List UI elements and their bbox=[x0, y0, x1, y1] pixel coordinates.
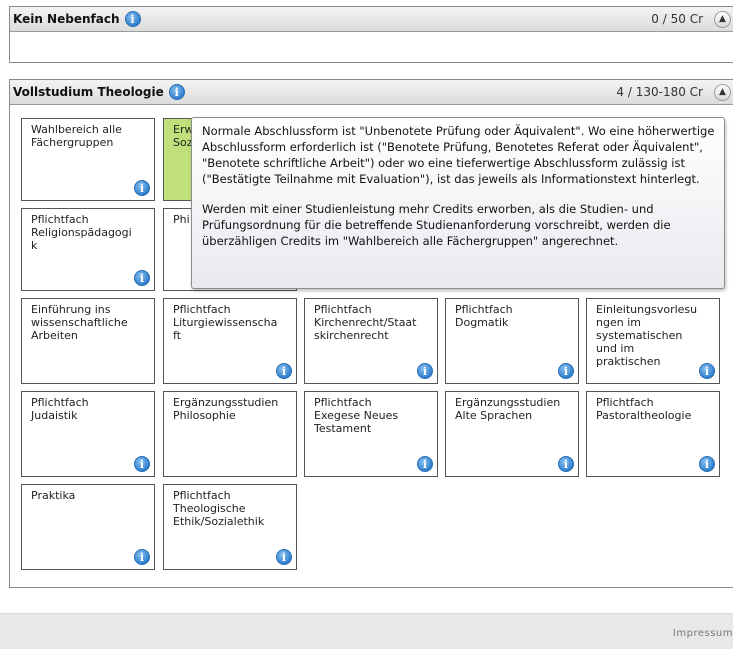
module-tile[interactable]: Pflichtfach Pastoraltheologie i bbox=[586, 391, 720, 477]
info-tooltip: Normale Abschlussform ist "Unbenotete Pr… bbox=[191, 117, 725, 289]
module-label: Pflichtfach Exegese Neues Testament bbox=[314, 396, 399, 435]
module-tile[interactable]: Einführung ins wissenschaftliche Arbeite… bbox=[21, 298, 155, 384]
footer: Impressum bbox=[0, 613, 733, 649]
panel-title: Vollstudium Theologie bbox=[13, 85, 164, 99]
module-tile[interactable]: Pflichtfach Religionspädagogi k i bbox=[21, 208, 155, 291]
module-tile[interactable]: Praktika i bbox=[21, 484, 155, 570]
module-label: Pflichtfach Pastoraltheologie bbox=[596, 396, 692, 422]
info-icon[interactable]: i bbox=[134, 270, 150, 286]
module-label: Pflichtfach Kirchenrecht/Staat skirchenr… bbox=[314, 303, 417, 342]
module-tile[interactable]: Pflichtfach Judaistik i bbox=[21, 391, 155, 477]
impressum-link[interactable]: Impressum bbox=[673, 628, 733, 639]
info-icon[interactable]: i bbox=[699, 363, 715, 379]
info-icon[interactable]: i bbox=[276, 363, 292, 379]
module-label: Pflichtfach Theologische Ethik/Sozialeth… bbox=[173, 489, 265, 528]
info-icon[interactable]: i bbox=[276, 549, 292, 565]
panel-header: Kein Nebenfach i 0 / 50 Cr ▲ bbox=[10, 7, 733, 32]
credits-label: 0 / 50 Cr bbox=[651, 12, 703, 26]
module-label: Ergänzungsstudien Philosophie bbox=[173, 396, 279, 422]
module-label: Praktika bbox=[31, 489, 76, 502]
module-label: Pflichtfach Liturgiewissenscha ft bbox=[173, 303, 278, 342]
module-label: Pflichtfach Dogmatik bbox=[455, 303, 513, 329]
module-label: Einführung ins wissenschaftliche Arbeite… bbox=[31, 303, 128, 342]
info-icon[interactable]: i bbox=[699, 456, 715, 472]
chevron-up-icon[interactable]: ▲ bbox=[714, 83, 731, 101]
info-icon[interactable]: i bbox=[134, 180, 150, 196]
info-icon[interactable]: i bbox=[417, 363, 433, 379]
module-tile[interactable]: Pflichtfach Exegese Neues Testament i bbox=[304, 391, 438, 477]
info-icon[interactable]: i bbox=[558, 456, 574, 472]
info-icon[interactable]: i bbox=[134, 456, 150, 472]
module-tile[interactable]: Wahlbereich alle Fächergruppen i bbox=[21, 118, 155, 201]
module-tile[interactable]: Ergänzungsstudien Philosophie bbox=[163, 391, 297, 477]
module-tile[interactable]: Einleitungsvorlesu ngen im systematische… bbox=[586, 298, 720, 384]
info-icon[interactable]: i bbox=[124, 11, 141, 27]
info-icon[interactable]: i bbox=[558, 363, 574, 379]
module-label: Pflichtfach Judaistik bbox=[31, 396, 89, 422]
panel-header: Vollstudium Theologie i 4 / 130-180 Cr ▲ bbox=[10, 80, 733, 105]
tooltip-paragraph: Werden mit einer Studienleistung mehr Cr… bbox=[202, 202, 671, 248]
info-icon[interactable]: i bbox=[134, 549, 150, 565]
panel-title: Kein Nebenfach bbox=[13, 12, 120, 26]
module-label: Wahlbereich alle Fächergruppen bbox=[31, 123, 122, 149]
module-tile[interactable]: Pflichtfach Theologische Ethik/Sozialeth… bbox=[163, 484, 297, 570]
module-label: Ergänzungsstudien Alte Sprachen bbox=[455, 396, 561, 422]
module-tile[interactable]: Pflichtfach Liturgiewissenscha ft i bbox=[163, 298, 297, 384]
module-tile[interactable]: Pflichtfach Kirchenrecht/Staat skirchenr… bbox=[304, 298, 438, 384]
module-tile[interactable]: Ergänzungsstudien Alte Sprachen i bbox=[445, 391, 579, 477]
info-icon[interactable]: i bbox=[417, 456, 433, 472]
module-label: Einleitungsvorlesu ngen im systematische… bbox=[596, 303, 698, 368]
credits-label: 4 / 130-180 Cr bbox=[616, 85, 703, 99]
tooltip-paragraph: Normale Abschlussform ist "Unbenotete Pr… bbox=[202, 124, 715, 186]
panel-kein-nebenfach: Kein Nebenfach i 0 / 50 Cr ▲ bbox=[9, 6, 733, 63]
module-label: Pflichtfach Religionspädagogi k bbox=[31, 213, 132, 252]
info-icon[interactable]: i bbox=[168, 84, 185, 100]
module-tile[interactable]: Pflichtfach Dogmatik i bbox=[445, 298, 579, 384]
chevron-up-icon[interactable]: ▲ bbox=[714, 10, 731, 28]
